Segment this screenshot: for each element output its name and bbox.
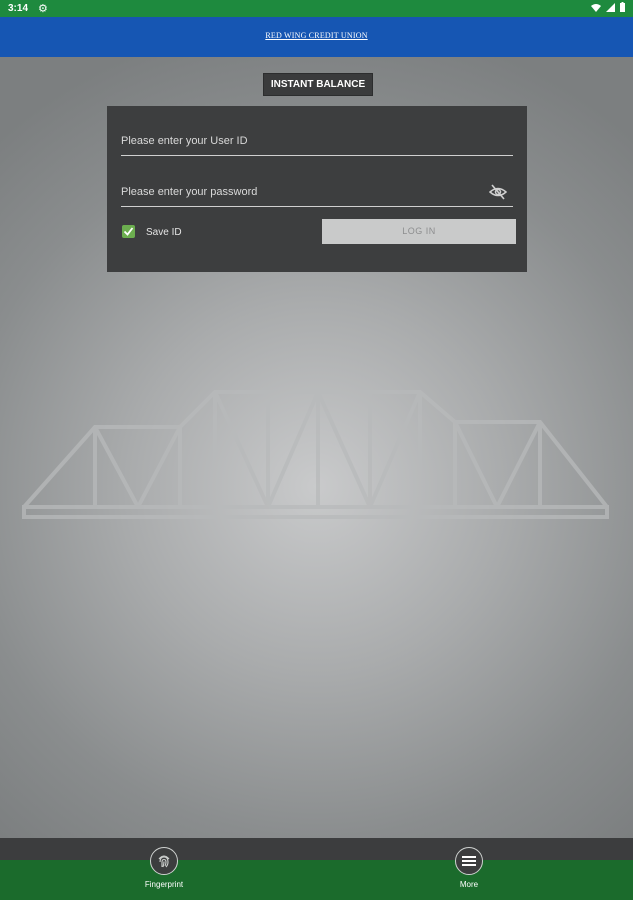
- gear-icon: ⚙: [38, 3, 48, 15]
- save-id-label: Save ID: [146, 227, 182, 238]
- user-id-input[interactable]: [121, 129, 513, 153]
- bridge-illustration: [22, 390, 609, 519]
- nav-label-fingerprint: Fingerprint: [144, 880, 184, 889]
- save-id-checkbox[interactable]: [122, 225, 135, 238]
- menu-icon: [455, 847, 483, 875]
- battery-icon: [620, 2, 625, 13]
- bottom-nav: Fingerprint More: [0, 847, 633, 900]
- wifi-icon: [591, 3, 602, 12]
- instant-balance-button[interactable]: INSTANT BALANCE: [263, 73, 373, 96]
- login-card: Save ID LOG IN: [107, 106, 527, 272]
- brand-logo-link[interactable]: RED WING CREDIT UNION: [0, 31, 633, 40]
- eye-off-icon[interactable]: [488, 184, 508, 200]
- nav-item-fingerprint[interactable]: Fingerprint: [124, 847, 204, 889]
- nav-label-more: More: [459, 880, 479, 889]
- status-icons: [591, 2, 625, 13]
- fingerprint-icon: [150, 847, 178, 875]
- bottom-strip: [0, 838, 633, 860]
- password-field: [121, 180, 513, 207]
- nav-item-more[interactable]: More: [429, 847, 509, 889]
- signal-icon: [606, 2, 616, 12]
- status-bar: 3:14 ⚙: [0, 0, 633, 17]
- login-button[interactable]: LOG IN: [322, 219, 516, 244]
- status-time: 3:14: [8, 3, 29, 14]
- user-id-field: [121, 129, 513, 156]
- password-input[interactable]: [121, 180, 513, 204]
- app-header: RED WING CREDIT UNION: [0, 17, 633, 57]
